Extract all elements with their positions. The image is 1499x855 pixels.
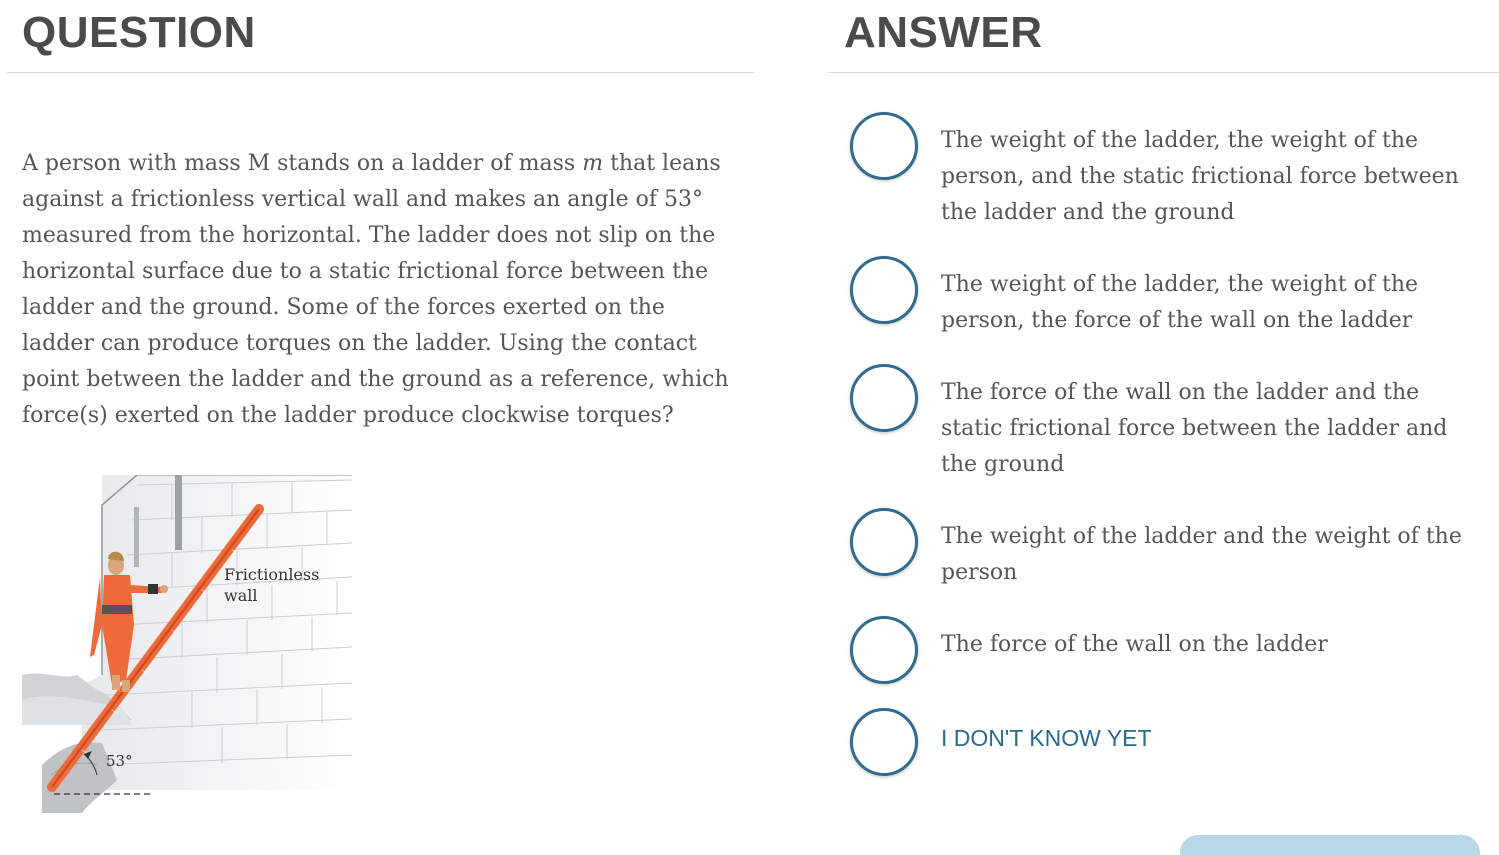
radio-button[interactable] xyxy=(850,364,918,432)
answer-option-label[interactable]: The force of the wall on the ladder xyxy=(941,627,1481,663)
chevron-right-icon[interactable] xyxy=(1455,833,1485,855)
angle-label: 53° xyxy=(106,752,133,770)
answer-heading: ANSWER xyxy=(844,8,1043,57)
radio-button[interactable] xyxy=(850,708,918,776)
question-header: QUESTION xyxy=(7,0,754,73)
question-text-part2: that leans against a frictionless vertic… xyxy=(22,151,729,428)
question-text: A person with mass M stands on a ladder … xyxy=(22,146,742,434)
idk-option-label[interactable]: I DON'T KNOW YET xyxy=(941,720,1481,756)
ladder-figure: Frictionless wall 53° xyxy=(22,474,353,813)
radio-button[interactable] xyxy=(850,112,918,180)
radio-button[interactable] xyxy=(850,616,918,684)
question-text-part1: A person with mass M stands on a ladder … xyxy=(22,151,583,176)
answer-option-label[interactable]: The weight of the ladder, the weight of … xyxy=(941,123,1481,231)
submit-button[interactable] xyxy=(1180,835,1480,855)
answer-option-label[interactable]: The force of the wall on the ladder and … xyxy=(941,375,1481,483)
wall-label-line2: wall xyxy=(224,586,257,605)
question-math-m: m xyxy=(582,151,604,176)
wall-label-line1: Frictionless xyxy=(224,565,319,584)
question-heading: QUESTION xyxy=(22,8,256,57)
answer-option-label[interactable]: The weight of the ladder, the weight of … xyxy=(941,267,1481,339)
radio-button[interactable] xyxy=(850,508,918,576)
answer-option-label[interactable]: The weight of the ladder and the weight … xyxy=(941,519,1481,591)
wall-mark xyxy=(175,475,182,550)
answer-header: ANSWER xyxy=(828,0,1499,73)
radio-button[interactable] xyxy=(850,256,918,324)
